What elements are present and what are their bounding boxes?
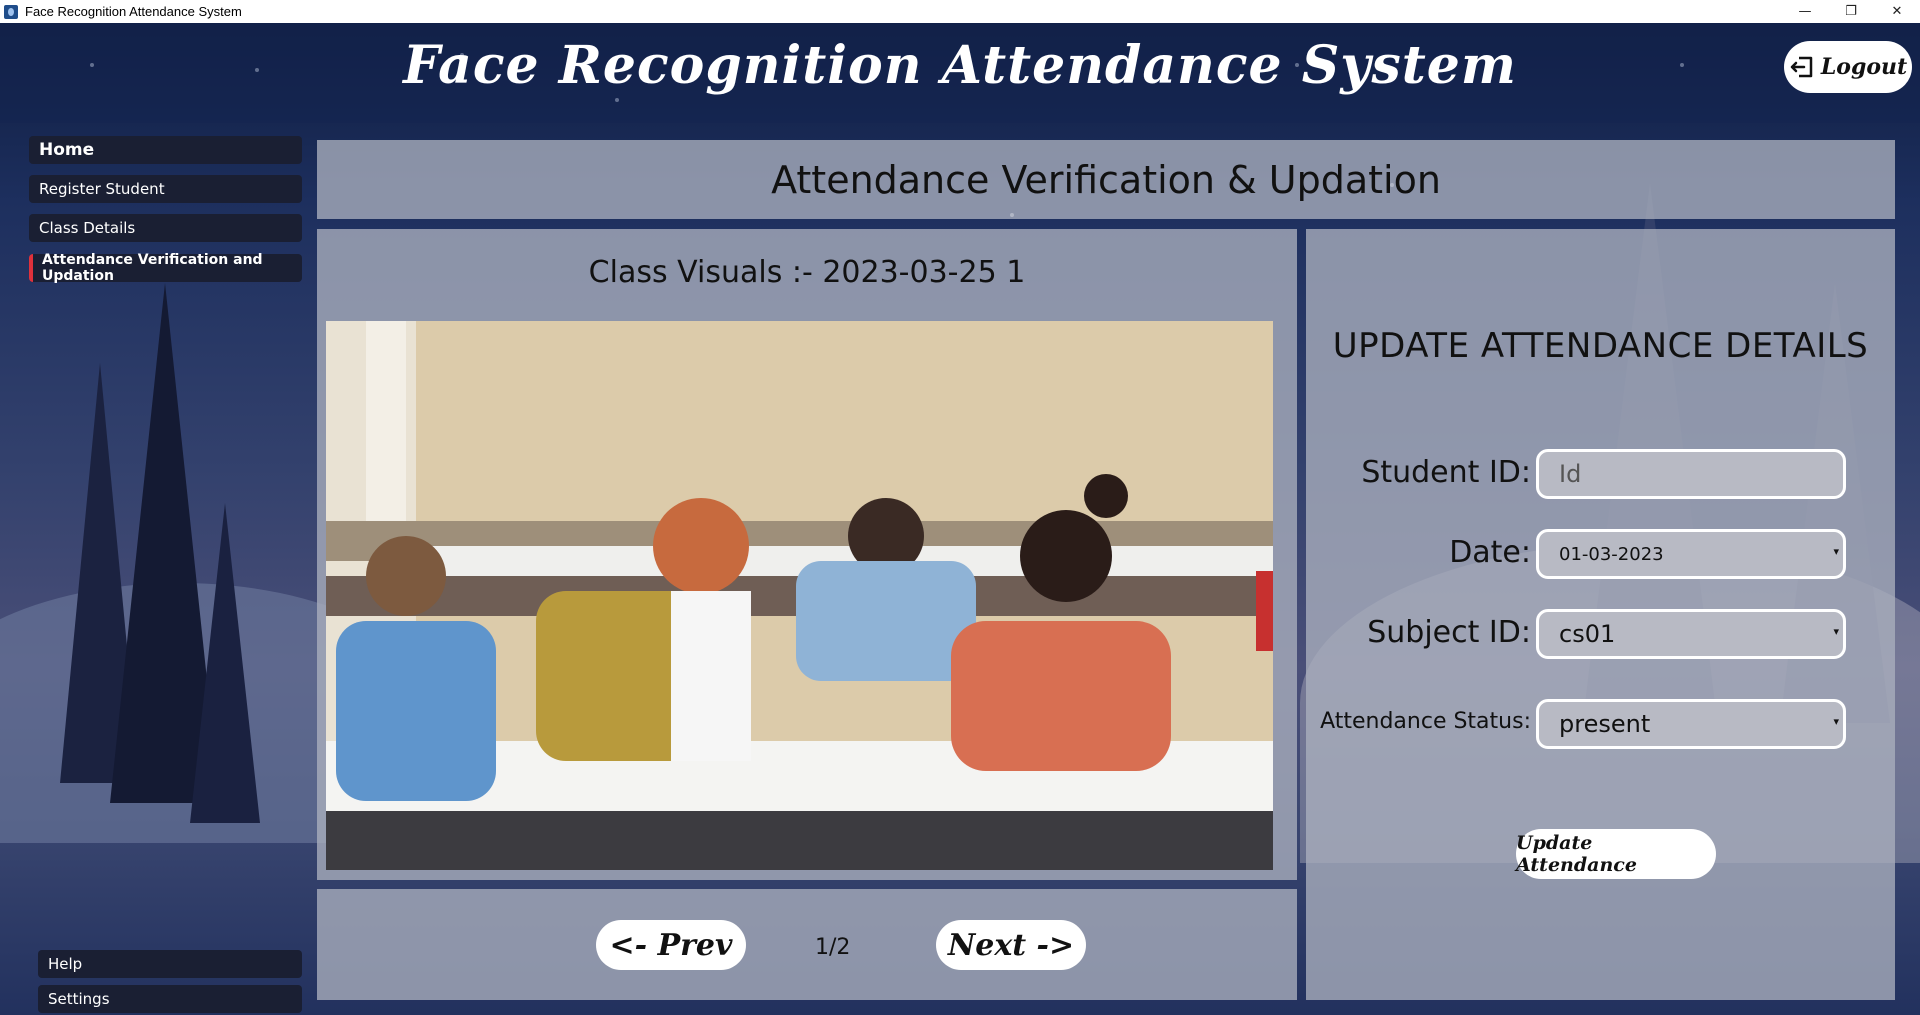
attendance-status-label: Attendance Status: [1320,709,1531,734]
date-value: 01-03-2023 [1559,543,1664,565]
logout-label: Logout [1820,54,1908,80]
prev-button[interactable]: <- Prev [596,920,746,970]
tree-decoration [190,503,260,823]
app-title: Face Recognition Attendance System [403,35,1517,96]
date-label: Date: [1449,535,1531,570]
form-title: UPDATE ATTENDANCE DETAILS [1332,326,1869,366]
page-counter: 1/2 [815,935,851,960]
chevron-down-icon: ▾ [1833,545,1839,558]
chevron-down-icon: ▾ [1833,715,1839,728]
maximize-icon[interactable]: ❐ [1828,0,1874,23]
date-select[interactable]: 01-03-2023 ▾ [1536,529,1846,579]
minimize-icon[interactable]: — [1782,0,1828,23]
page-heading-panel: Attendance Verification & Updation [317,140,1895,219]
app-icon [4,4,18,19]
class-visuals-title: Class Visuals :- 2023-03-25 1 [588,255,1026,290]
close-icon[interactable]: ✕ [1874,0,1920,23]
class-visuals-panel: Class Visuals :- 2023-03-25 1 [317,229,1297,880]
visuals-navigation-panel: <- Prev 1/2 Next -> [317,889,1297,1000]
logout-button[interactable]: Logout [1784,41,1912,93]
logout-icon [1790,56,1813,78]
attendance-status-select[interactable]: present ▾ [1536,699,1846,749]
student-id-placeholder: Id [1559,460,1582,488]
page-title: Attendance Verification & Updation [771,158,1441,202]
classroom-photo [326,321,1273,870]
sidebar-item-settings[interactable]: Settings [38,985,302,1013]
chevron-down-icon: ▾ [1833,625,1839,638]
subject-id-value: cs01 [1559,620,1616,648]
update-attendance-button[interactable]: Update Attendance [1516,829,1716,879]
sidebar-item-attendance-verification[interactable]: Attendance Verification and Updation [29,252,302,284]
sidebar-item-help[interactable]: Help [38,950,302,978]
classroom-illustration [326,321,1273,870]
attendance-status-value: present [1559,710,1651,738]
sidebar-item-class-details[interactable]: Class Details [29,214,302,242]
update-attendance-panel: UPDATE ATTENDANCE DETAILS Student ID: Id… [1306,229,1895,1000]
sidebar-item-register-student[interactable]: Register Student [29,175,302,203]
student-id-input[interactable]: Id [1536,449,1846,499]
app-header: Face Recognition Attendance System [0,23,1920,123]
subject-id-select[interactable]: cs01 ▾ [1536,609,1846,659]
window-controls: — ❐ ✕ [1782,0,1920,23]
student-id-label: Student ID: [1361,455,1531,490]
next-button[interactable]: Next -> [936,920,1086,970]
window-title-bar: Face Recognition Attendance System — ❐ ✕ [0,0,1920,23]
window-title: Face Recognition Attendance System [25,4,242,19]
sidebar-item-home[interactable]: Home [29,136,302,164]
subject-id-label: Subject ID: [1367,615,1531,650]
